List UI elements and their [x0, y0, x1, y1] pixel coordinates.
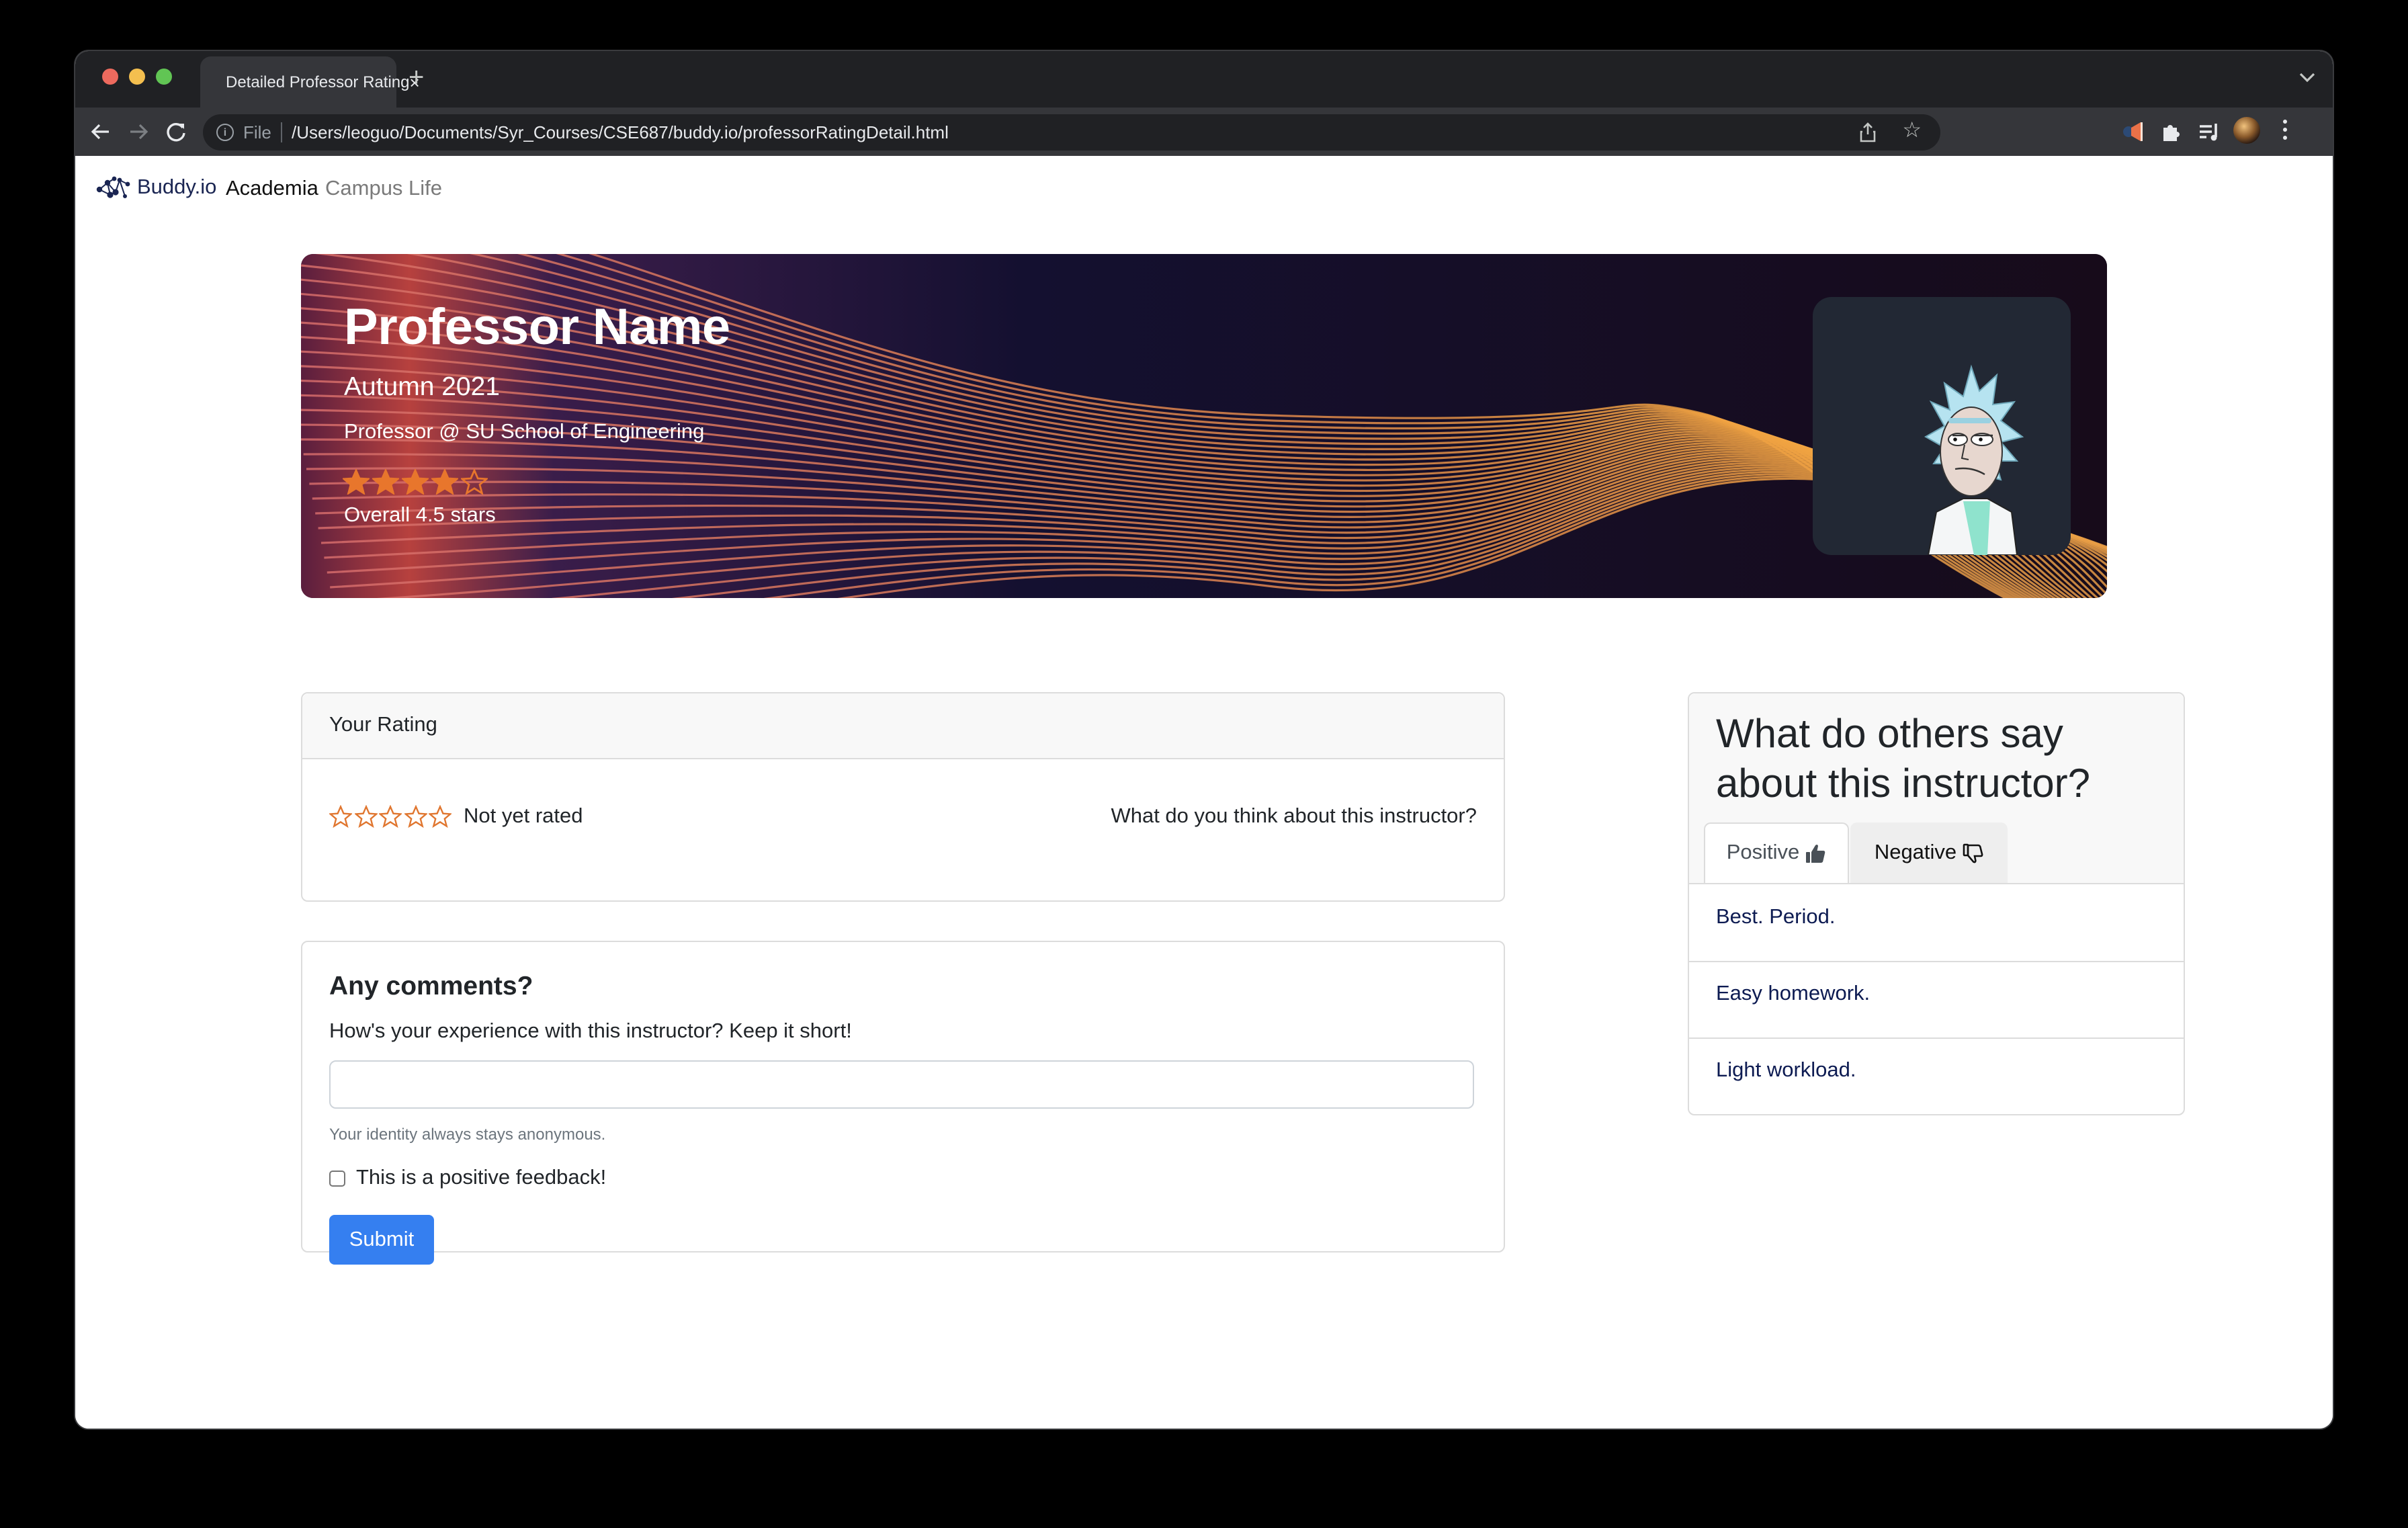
star-outline-icon[interactable]: [429, 805, 452, 828]
star-filled-icon: [372, 469, 399, 495]
omnibox-divider: [281, 122, 282, 142]
professor-name: Professor Name: [344, 300, 730, 356]
comments-card: Any comments? How's your experience with…: [301, 941, 1505, 1265]
star-outline-icon[interactable]: [329, 805, 352, 828]
tab-negative-label: Negative: [1874, 841, 1957, 863]
brand-name: Buddy.io: [137, 176, 217, 199]
star-filled-icon: [431, 469, 458, 495]
your-star-rating-input[interactable]: [329, 805, 454, 828]
nav-link-academia[interactable]: Academia: [226, 177, 318, 202]
cartoon-scientist-icon: [1924, 364, 2024, 555]
new-tab-button[interactable]: +: [408, 62, 424, 94]
anonymity-help-text: Your identity always stays anonymous.: [329, 1125, 606, 1144]
megaphone-extension-icon[interactable]: [2120, 118, 2147, 145]
back-arrow-icon[interactable]: [86, 117, 116, 146]
network-logo-icon: [96, 176, 130, 198]
nav-link-campus-life[interactable]: Campus Life: [325, 177, 442, 202]
profile-avatar[interactable]: [2233, 117, 2260, 144]
submit-button[interactable]: Submit: [329, 1215, 434, 1265]
star-outline-icon: [461, 469, 488, 495]
feedback-item: Light workload.: [1689, 1037, 2184, 1114]
rating-status: Not yet rated: [464, 805, 583, 828]
share-icon[interactable]: [1857, 121, 1879, 144]
positive-feedback-label[interactable]: This is a positive feedback!: [356, 1166, 606, 1191]
address-bar[interactable]: i File /Users/leoguo/Documents/Syr_Cours…: [203, 114, 1940, 151]
comment-field-label: How's your experience with this instruct…: [329, 1020, 852, 1043]
feedback-item: Easy homework.: [1689, 961, 2184, 1039]
tab-title: Detailed Professor Rating: [226, 73, 410, 91]
thumbs-up-icon: [1806, 845, 1825, 863]
term-label: Autumn 2021: [344, 372, 501, 402]
info-icon[interactable]: i: [216, 124, 234, 141]
maximize-window-button[interactable]: [156, 69, 172, 85]
reload-icon[interactable]: [161, 117, 191, 146]
feedback-item: Best. Period.: [1689, 884, 2184, 962]
others-feedback-card: What do others say about this instructor…: [1688, 692, 2185, 1115]
your-rating-header: [302, 693, 1504, 759]
feedback-text: Easy homework.: [1716, 982, 1870, 1005]
comments-title: Any comments?: [329, 972, 533, 1001]
star-outline-icon[interactable]: [404, 805, 427, 828]
tab-negative[interactable]: Negative: [1850, 822, 2008, 883]
tab-positive-label: Positive: [1726, 841, 1800, 864]
thumbs-down-icon: [1963, 843, 1983, 863]
others-feedback-header: What do others say about this instructor…: [1689, 693, 2184, 884]
minimize-window-button[interactable]: [129, 69, 145, 85]
navbar: Buddy.io Academia Campus Life: [75, 156, 2333, 231]
feedback-text: Light workload.: [1716, 1059, 1856, 1082]
professor-avatar: [1813, 297, 2071, 555]
web-page: Buddy.io Academia Campus Life Professor …: [75, 156, 2333, 1429]
scheme-label: File: [243, 122, 271, 142]
tab-strip: Detailed Professor Rating × +: [75, 51, 2333, 108]
brand-link[interactable]: Buddy.io: [95, 175, 216, 202]
chevron-down-icon[interactable]: [2295, 65, 2319, 89]
more-menu-icon[interactable]: [2283, 120, 2288, 144]
browser-window: Detailed Professor Rating × + i File /Us…: [75, 51, 2333, 1429]
tab-positive[interactable]: Positive: [1704, 822, 1849, 883]
overall-rating-text: Overall 4.5 stars: [344, 504, 496, 527]
star-filled-icon: [402, 469, 429, 495]
media-queue-icon[interactable]: [2196, 118, 2223, 145]
others-feedback-title: What do others say about this instructor…: [1716, 712, 2090, 806]
your-rating-title: Your Rating: [329, 714, 437, 736]
rating-prompt: What do you think about this instructor?: [1111, 805, 1477, 828]
feedback-text: Best. Period.: [1716, 906, 1836, 929]
professor-hero-banner: Professor Name Autumn 2021 Professor @ S…: [301, 254, 2107, 598]
bookmark-star-icon[interactable]: ☆: [1902, 120, 1922, 144]
browser-toolbar: i File /Users/leoguo/Documents/Syr_Cours…: [75, 108, 2333, 157]
comment-input[interactable]: [329, 1060, 1474, 1109]
star-outline-icon[interactable]: [379, 805, 402, 828]
star-outline-icon[interactable]: [354, 805, 377, 828]
close-window-button[interactable]: [102, 69, 118, 85]
overall-star-rating: [343, 469, 490, 495]
star-filled-icon: [343, 469, 370, 495]
puzzle-extensions-icon[interactable]: [2158, 118, 2185, 145]
forward-arrow-icon[interactable]: [124, 117, 153, 146]
department-label: Professor @ SU School of Engineering: [344, 421, 705, 443]
url-text[interactable]: /Users/leoguo/Documents/Syr_Courses/CSE6…: [292, 122, 949, 142]
your-rating-card: Your Rating Not yet rated What do you th…: [301, 692, 1505, 902]
positive-feedback-checkbox[interactable]: [329, 1171, 345, 1187]
browser-tab[interactable]: Detailed Professor Rating ×: [200, 56, 420, 108]
